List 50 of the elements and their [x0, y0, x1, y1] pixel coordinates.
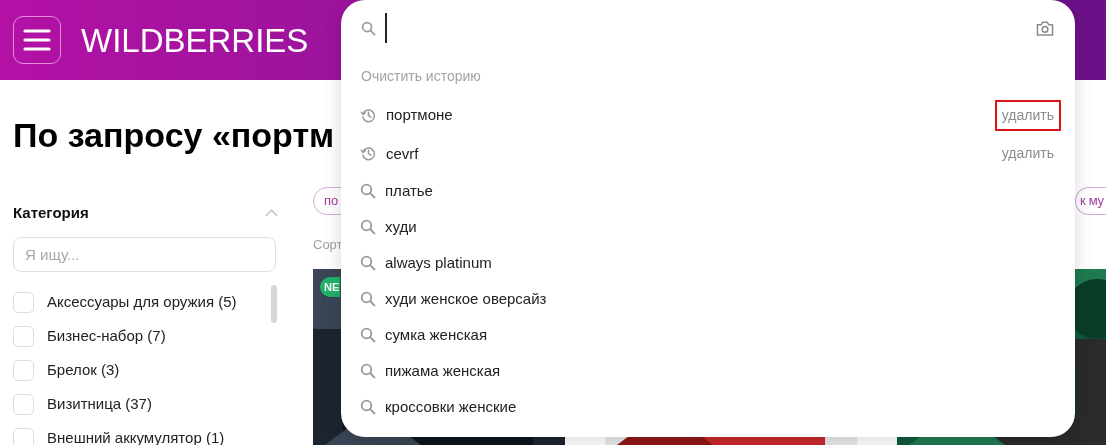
history-item[interactable]: cevrf удалить: [341, 134, 1075, 173]
new-badge: NE: [320, 277, 341, 297]
logo[interactable]: WILDBERRIES: [81, 23, 309, 57]
category-label[interactable]: Аксессуары для оружия (5): [47, 290, 237, 314]
history-icon: [360, 106, 377, 124]
search-icon: [360, 183, 376, 199]
history-icon: [360, 145, 377, 163]
search-icon: [360, 291, 376, 307]
tag-chip[interactable]: к му: [1075, 187, 1106, 215]
category-label[interactable]: Визитница (37): [47, 392, 152, 416]
history-item[interactable]: портмоне удалить: [341, 96, 1075, 135]
query-text: худи женское оверсайз: [385, 288, 548, 309]
suggestion-item[interactable]: кроссовки женские: [341, 389, 1075, 425]
camera-icon[interactable]: [1035, 19, 1055, 37]
suggestion-item[interactable]: пижама женская: [341, 353, 1075, 389]
query-text: cevrf: [386, 143, 420, 164]
menu-icon: [23, 29, 51, 51]
menu-button[interactable]: [13, 16, 61, 64]
search-icon: [360, 399, 376, 415]
search-icon: [360, 255, 376, 271]
search-icon: [360, 327, 376, 343]
query-text: always platinum: [385, 252, 493, 273]
checkbox[interactable]: [13, 393, 34, 415]
scrollbar[interactable]: [271, 285, 277, 323]
page-title: По запросу «портм: [13, 115, 335, 155]
sort-label: Сорт: [313, 236, 344, 253]
search-icon: [360, 219, 376, 235]
query-text: портмоне: [386, 105, 454, 125]
query-text: кроссовки женские: [385, 396, 518, 417]
checkbox[interactable]: [13, 359, 34, 381]
suggestion-item[interactable]: always platinum: [341, 245, 1075, 281]
query-text: платье: [385, 180, 434, 201]
search-icon: [360, 363, 376, 379]
checkbox[interactable]: [13, 291, 34, 313]
suggestion-item[interactable]: худи женское оверсайз: [341, 281, 1075, 317]
suggestion-item[interactable]: платье: [341, 173, 1075, 209]
category-label[interactable]: Брелок (3): [47, 358, 120, 382]
filter-title: Категория: [13, 202, 89, 223]
query-text: сумка женская: [385, 324, 489, 345]
checkbox[interactable]: [13, 427, 34, 445]
filter-search-field[interactable]: Я ищу...: [13, 237, 276, 272]
checkbox[interactable]: [13, 325, 34, 347]
suggestion-item[interactable]: худи: [341, 209, 1075, 245]
chevron-up-icon[interactable]: [265, 209, 278, 217]
search-icon: [361, 20, 376, 36]
suggestion-item[interactable]: сумка женская: [341, 317, 1075, 353]
category-label[interactable]: Бизнес-набор (7): [47, 324, 166, 348]
query-text: худи: [385, 216, 418, 237]
query-text: пижама женская: [385, 360, 502, 381]
category-label[interactable]: Внешний аккумулятор (1): [47, 426, 225, 445]
